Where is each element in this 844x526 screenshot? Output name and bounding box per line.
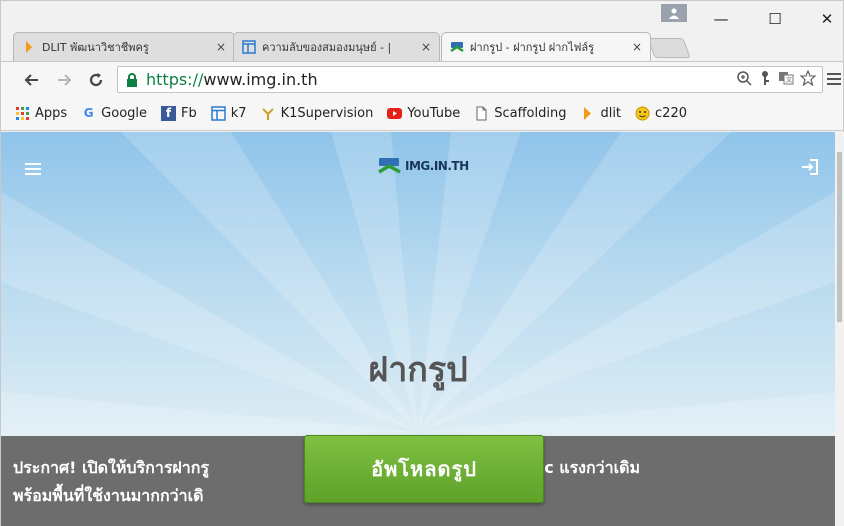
hamburger-menu-icon[interactable] [25,163,41,175]
page-scrollbar[interactable] [835,132,844,526]
facebook-icon: f [161,105,177,121]
hero-title: ฝากรูป [368,350,468,390]
tab-title: ความลับของสมองมนุษย์ - | [262,41,392,54]
reload-icon [89,73,103,87]
svg-text:文: 文 [786,76,792,84]
bookmark-label: YouTube [407,105,461,121]
img-logo-icon [450,42,464,53]
bookmark-label: Scaffolding [494,105,567,121]
bookmark-fb[interactable]: f Fb [161,105,197,121]
chrome-menu-icon[interactable] [827,70,841,91]
tab-close-icon[interactable]: × [421,40,431,54]
tab-close-icon[interactable]: × [216,40,226,54]
new-tab-button[interactable] [647,38,691,58]
document-icon [476,106,487,120]
zoom-icon[interactable] [736,70,752,90]
key-icon[interactable] [758,70,772,90]
maximize-button[interactable]: ☐ [763,9,787,29]
bookmark-label: c220 [655,105,687,121]
forward-arrow-icon [58,74,72,86]
bookmarks-bar: Apps G Google f Fb k7 K1Supervision YouT… [1,96,843,131]
site-logo[interactable]: IMG.IN.TH [378,157,469,175]
bookmark-c220[interactable]: c220 [635,106,687,121]
close-window-button[interactable]: ✕ [815,9,839,29]
browser-toolbar: https://www.img.in.th 文 [1,61,843,96]
scrollbar-thumb[interactable] [837,152,842,322]
tab-img[interactable]: ฝากรูป - ฝากรูป ฝากไฟล์รู × [441,32,651,61]
title-bar: DLIT พัฒนาวิชาชีพครู × ความลับของสมองมนุ… [1,1,843,61]
bookmark-google[interactable]: G Google [81,106,147,121]
back-arrow-icon [24,74,38,86]
emoji-icon [635,106,650,120]
tab-brain[interactable]: ความลับของสมองมนุษย์ - | × [233,32,440,61]
dlit-icon [26,41,32,53]
forward-button[interactable] [53,69,75,91]
url-text: https://www.img.in.th [146,70,318,89]
reload-button[interactable] [85,69,107,91]
translate-icon[interactable]: 文 [778,70,794,90]
bookmark-label: dlit [600,105,622,121]
profile-icon[interactable] [661,4,687,22]
apps-grid-icon [16,106,29,120]
browser-window: DLIT พัฒนาวิชาชีพครู × ความลับของสมองมนุ… [0,0,844,526]
bookmark-label: Fb [181,105,197,121]
upload-button[interactable]: อัพโหลดรูป [304,435,544,503]
bookmark-label: Google [101,105,148,121]
google-icon: G [83,106,94,120]
page-content: IMG.IN.TH ฝากรูป ประกาศ! เปิดให้บริการฝา… [1,132,835,526]
address-bar[interactable]: https://www.img.in.th 文 [117,66,823,93]
dlit-icon [584,106,592,120]
tab-title: DLIT พัฒนาวิชาชีพครู [42,41,149,54]
minimize-button[interactable]: — [709,9,733,29]
bookmark-youtube[interactable]: YouTube [387,106,460,121]
tab-title: ฝากรูป - ฝากรูป ฝากไฟล์รู [470,41,595,54]
bookmark-label: Apps [35,105,68,121]
bookmark-dlit[interactable]: dlit [580,106,621,121]
lock-icon [124,72,140,88]
bookmark-star-icon[interactable] [799,69,817,90]
bookmark-label: K1Supervision [280,105,374,121]
bookmark-apps[interactable]: Apps [15,106,67,121]
img-logo-icon [378,158,401,174]
bookmark-k1supervision[interactable]: K1Supervision [261,105,374,121]
k1-icon [261,107,274,120]
bookmark-label: k7 [230,105,247,121]
login-icon[interactable] [801,158,819,181]
page-icon [242,40,256,54]
back-button[interactable] [21,69,43,91]
youtube-icon [387,107,403,119]
omnibox-actions: 文 [736,69,817,90]
bookmark-k7[interactable]: k7 [211,106,247,121]
tab-dlit[interactable]: DLIT พัฒนาวิชาชีพครู × [13,32,235,61]
tab-close-icon[interactable]: × [632,40,642,54]
bookmark-scaffolding[interactable]: Scaffolding [474,106,566,121]
logo-text: IMG.IN.TH [405,159,469,173]
page-icon [211,105,226,121]
